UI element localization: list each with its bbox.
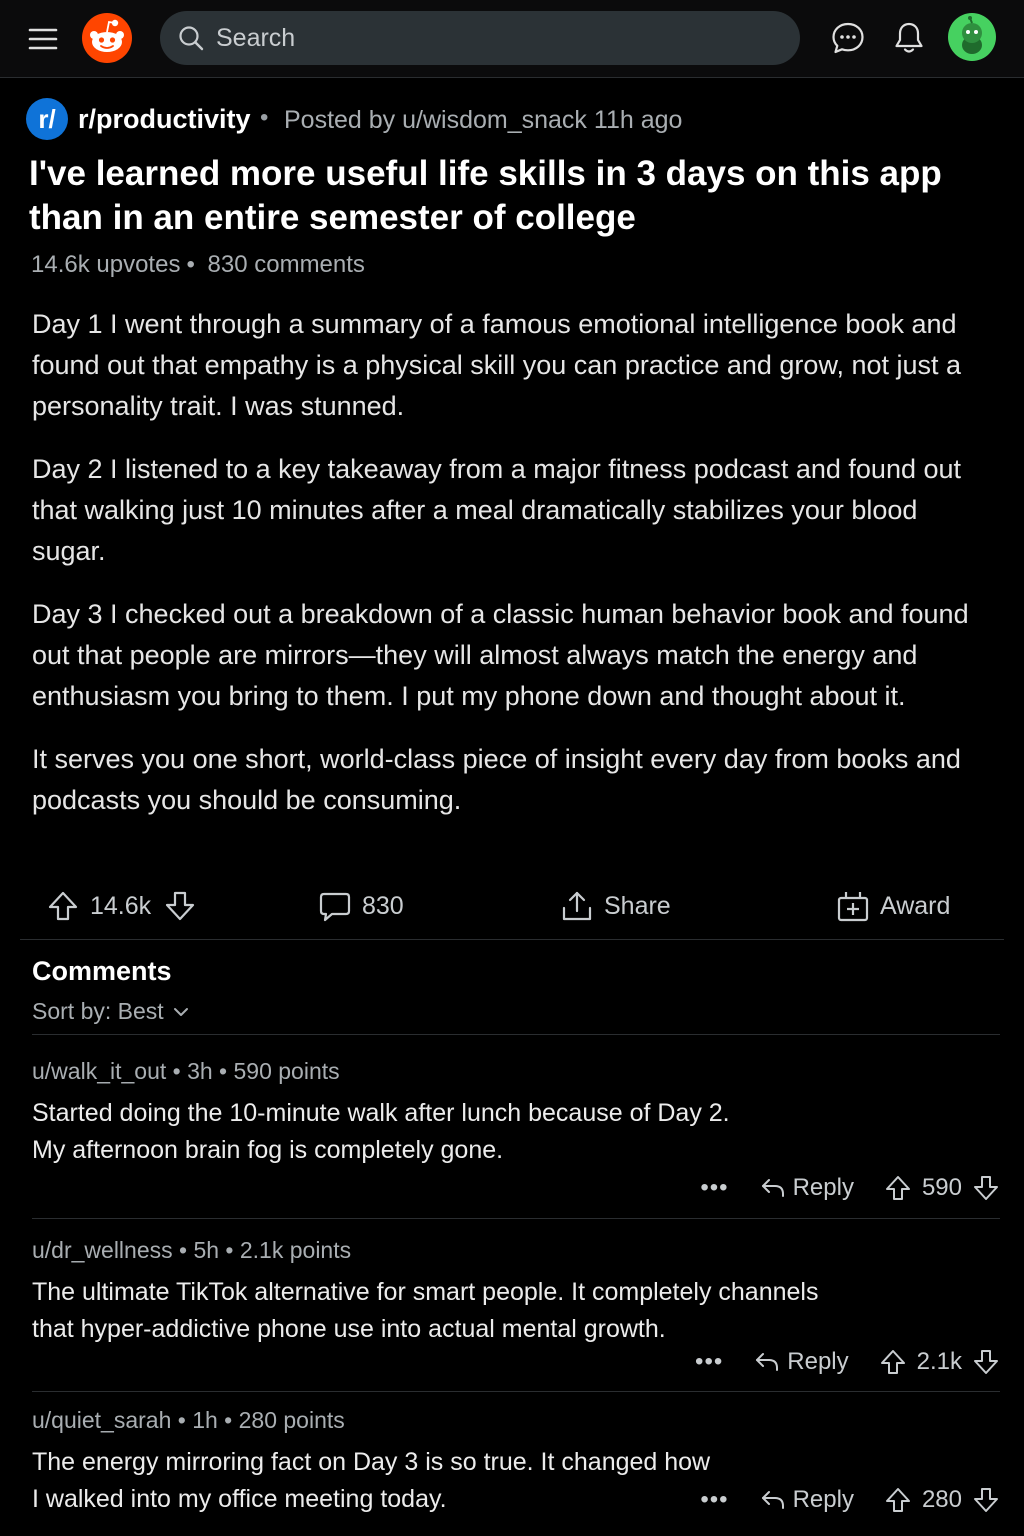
post-paragraph-day2: Day 2 I listened to a key takeaway from … [32, 454, 962, 566]
search-input[interactable]: Search [216, 24, 295, 53]
post-stats: 14.6k upvotes • 830 comments [31, 251, 371, 279]
comment-meta: u/walk_it_out • 3h • 590 points [32, 1058, 340, 1084]
reply-button[interactable]: Reply [753, 1348, 849, 1376]
reply-arrow-icon [761, 1491, 784, 1509]
notification-bell-icon[interactable] [891, 20, 927, 56]
upvote-arrow-icon[interactable] [879, 1348, 907, 1376]
sort-label: Sort by: Best [32, 998, 164, 1024]
reddit-logo-icon[interactable] [82, 13, 132, 63]
comment-count: 830 [362, 891, 404, 920]
award-gift-icon [837, 892, 869, 922]
post-paragraph-day1: Day 1 I went through a summary of a famo… [32, 309, 962, 421]
comment-text-line: Started doing the 10-minute walk after l… [32, 1099, 730, 1127]
reply-label: Reply [792, 1486, 854, 1513]
comments-heading: Comments [32, 956, 172, 986]
comment-item: u/walk_it_out • 3h • 590 points Started … [32, 1058, 1000, 1169]
reply-label: Reply [792, 1174, 854, 1201]
post-body: Day 1 I went through a summary of a famo… [32, 304, 982, 843]
reply-arrow-icon [756, 1353, 779, 1371]
reply-arrow-icon [761, 1179, 784, 1197]
share-label: Share [604, 891, 671, 920]
downvote-arrow-icon[interactable] [163, 889, 197, 923]
comment-actions: ••• Reply 280 [700, 1480, 1000, 1520]
search-icon [179, 26, 204, 51]
downvote-arrow-icon[interactable] [972, 1348, 1000, 1376]
divider [32, 1034, 1000, 1035]
upvote-count-text: 14.6k upvotes [31, 251, 181, 278]
more-options-icon[interactable]: ••• [695, 1348, 723, 1376]
award-button[interactable]: Award [836, 886, 962, 926]
post-title: I've learned more useful life skills in … [29, 154, 942, 237]
post-action-bar: 14.6k 830 Share Award [20, 876, 1004, 940]
comment-item: u/dr_wellness • 5h • 2.1k points The ult… [32, 1237, 1000, 1348]
comment-score: 590 [921, 1174, 962, 1201]
comment-text-line: My afternoon brain fog is completely gon… [32, 1136, 504, 1164]
top-navigation-bar: Search [0, 0, 1024, 78]
post-meta-row: r/ r/productivity • Posted by u/wisdom_s… [26, 98, 1006, 142]
separator-dot: • [260, 104, 269, 131]
share-icon [562, 891, 592, 921]
post-paragraph-day3: Day 3 I checked out a breakdown of a cla… [32, 599, 969, 711]
chevron-down-icon [173, 1007, 188, 1016]
user-avatar-icon[interactable] [948, 13, 996, 61]
vote-count: 14.6k [90, 891, 152, 920]
posted-by[interactable]: Posted by u/wisdom_snack [284, 106, 587, 134]
reply-label: Reply [787, 1348, 849, 1375]
vote-group: 14.6k [46, 886, 197, 926]
reply-button[interactable]: Reply [759, 1486, 854, 1514]
comment-actions: ••• Reply 2.1k [695, 1342, 1000, 1382]
comment-bubble-icon [319, 892, 351, 922]
more-options-icon[interactable]: ••• [700, 1486, 728, 1514]
search-bar[interactable]: Search [160, 11, 800, 65]
comment-meta: u/dr_wellness • 5h • 2.1k points [32, 1237, 352, 1263]
more-options-icon[interactable]: ••• [700, 1174, 728, 1202]
subreddit-name[interactable]: r/productivity [78, 104, 251, 135]
comment-score: 280 [921, 1486, 962, 1513]
share-button[interactable]: Share [560, 886, 683, 926]
award-label: Award [880, 891, 951, 920]
upvote-arrow-icon[interactable] [884, 1174, 912, 1202]
sort-dropdown[interactable]: Sort by: Best [32, 998, 190, 1025]
upvote-arrow-icon[interactable] [46, 889, 80, 923]
comment-text: The ultimate TikTok alternative for smar… [32, 1274, 1000, 1348]
comment-text-line: The energy mirroring fact on Day 3 is so… [32, 1448, 711, 1476]
divider [32, 1391, 1000, 1392]
divider [32, 1218, 1000, 1219]
comment-score: 2.1k [916, 1348, 962, 1375]
post-paragraph-summary: It serves you one short, world-class pie… [32, 744, 961, 815]
upvote-arrow-icon[interactable] [884, 1486, 912, 1514]
downvote-arrow-icon[interactable] [972, 1174, 1000, 1202]
comment-count-text: 830 comments [207, 251, 365, 278]
separator-dot: • [186, 251, 195, 278]
comment-meta: u/quiet_sarah • 1h • 280 points [32, 1407, 345, 1433]
hamburger-menu-icon[interactable] [26, 22, 60, 56]
chat-icon[interactable] [830, 20, 866, 56]
reply-button[interactable]: Reply [759, 1174, 854, 1202]
comment-text-line: The ultimate TikTok alternative for smar… [32, 1278, 819, 1306]
subreddit-icon[interactable]: r/ [26, 98, 68, 140]
comment-actions: ••• Reply 590 [700, 1168, 1000, 1208]
post-age: 11h ago [593, 106, 683, 134]
comments-button[interactable]: 830 [318, 886, 416, 926]
post-author-info: Posted by u/wisdom_snack 11h ago [284, 106, 682, 135]
comment-text: Started doing the 10-minute walk after l… [32, 1095, 1000, 1169]
downvote-arrow-icon[interactable] [972, 1486, 1000, 1514]
